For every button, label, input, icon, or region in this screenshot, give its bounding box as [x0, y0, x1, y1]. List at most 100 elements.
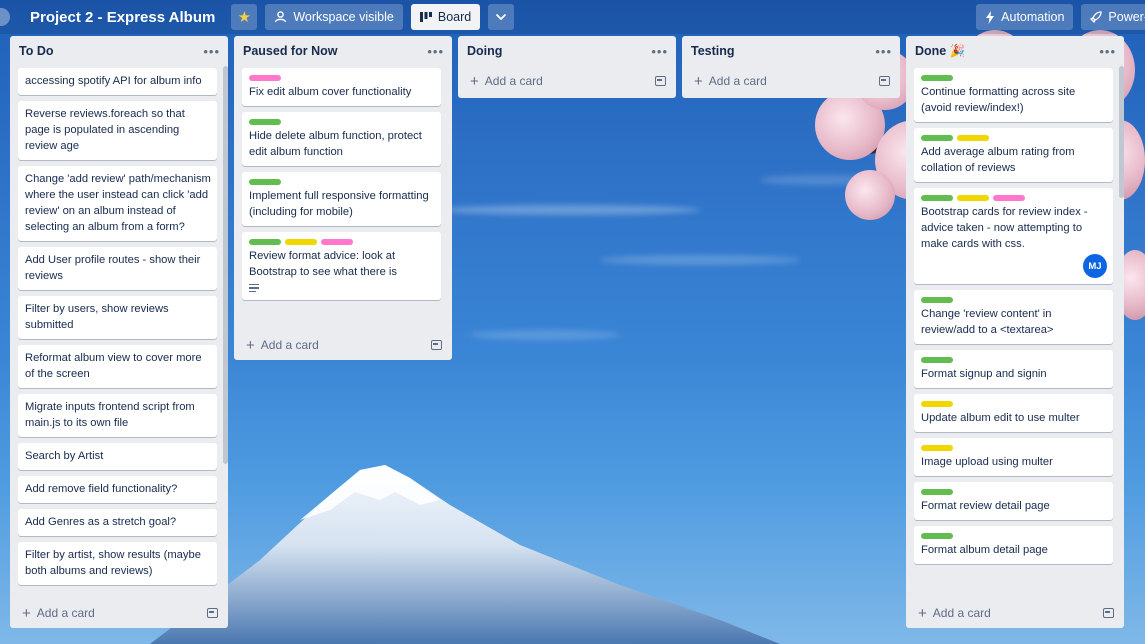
more-options-icon[interactable]: •••: [427, 45, 444, 58]
plus-icon: +: [470, 72, 479, 90]
card-container: Continue formatting across site (avoid r…: [906, 66, 1124, 598]
sidebar-toggle[interactable]: [0, 8, 10, 26]
list-doing: Doing ••• + Add a card: [458, 36, 676, 98]
card-template-icon[interactable]: [431, 340, 442, 350]
more-options-icon[interactable]: •••: [1099, 45, 1116, 58]
label-green[interactable]: [921, 195, 953, 201]
card[interactable]: Image upload using multer: [914, 438, 1113, 476]
member-avatar[interactable]: MJ: [1083, 254, 1107, 278]
list-header[interactable]: Done 🎉 •••: [906, 36, 1124, 66]
label-yellow[interactable]: [285, 239, 317, 245]
label-green[interactable]: [921, 357, 953, 363]
card-template-icon[interactable]: [1103, 608, 1114, 618]
label-green[interactable]: [249, 179, 281, 185]
list-to-do: To Do ••• accessing spotify API for albu…: [10, 36, 228, 628]
add-card-button[interactable]: + Add a card: [694, 74, 767, 89]
add-card-label: Add a card: [260, 338, 319, 352]
list-scrollbar[interactable]: [223, 66, 228, 464]
list-title[interactable]: Paused for Now: [243, 44, 337, 58]
label-green[interactable]: [921, 533, 953, 539]
card-labels: [921, 357, 1107, 363]
card[interactable]: Search by Artist: [18, 443, 217, 470]
card-title: Filter by users, show reviews submitted: [25, 303, 169, 331]
card[interactable]: Add average album rating from collation …: [914, 128, 1113, 182]
card[interactable]: Change 'add review' path/mechanism where…: [18, 166, 217, 241]
card[interactable]: Fix edit album cover functionality: [242, 68, 441, 106]
card[interactable]: Review format advice: look at Bootstrap …: [242, 232, 441, 301]
label-green[interactable]: [921, 297, 953, 303]
visibility-button[interactable]: Workspace visible: [265, 4, 403, 30]
card[interactable]: Implement full responsive formatting (in…: [242, 172, 441, 226]
card-labels: [249, 75, 435, 81]
label-green[interactable]: [249, 119, 281, 125]
card[interactable]: Update album edit to use multer: [914, 394, 1113, 432]
list-title[interactable]: Testing: [691, 44, 735, 58]
list-header[interactable]: To Do •••: [10, 36, 228, 66]
card[interactable]: Add remove field functionality?: [18, 476, 217, 503]
list-header[interactable]: Paused for Now •••: [234, 36, 452, 66]
card-template-icon[interactable]: [879, 76, 890, 86]
card[interactable]: Format signup and signin: [914, 350, 1113, 388]
add-card-button[interactable]: + Add a card: [470, 74, 543, 89]
label-yellow[interactable]: [957, 195, 989, 201]
card-title: Reverse reviews.foreach so that page is …: [25, 108, 185, 152]
add-card-row: + Add a card: [682, 66, 900, 96]
label-pink[interactable]: [993, 195, 1025, 201]
card-title: Add Genres as a stretch goal?: [25, 516, 177, 528]
card[interactable]: Filter by users, show reviews submitted: [18, 296, 217, 339]
card-title: Bootstrap cards for review index - advic…: [921, 206, 1088, 250]
plus-icon: +: [694, 72, 703, 90]
label-green[interactable]: [921, 489, 953, 495]
more-options-icon[interactable]: •••: [875, 45, 892, 58]
card-members: MJ: [921, 254, 1107, 278]
more-options-icon[interactable]: •••: [651, 45, 668, 58]
card-template-icon[interactable]: [207, 608, 218, 618]
card[interactable]: Format album detail page: [914, 526, 1113, 564]
view-switcher-button[interactable]: [488, 4, 515, 30]
label-green[interactable]: [249, 239, 281, 245]
add-card-label: Add a card: [36, 606, 95, 620]
rocket-icon: [1090, 11, 1103, 23]
more-options-icon[interactable]: •••: [203, 45, 220, 58]
card[interactable]: Continue formatting across site (avoid r…: [914, 68, 1113, 122]
card[interactable]: Reformat album view to cover more of the…: [18, 345, 217, 388]
card-title: Update album edit to use multer: [921, 412, 1080, 424]
card[interactable]: Add User profile routes - show their rev…: [18, 247, 217, 290]
add-card-button[interactable]: + Add a card: [918, 606, 991, 621]
card[interactable]: accessing spotify API for album info: [18, 68, 217, 95]
list-header[interactable]: Doing •••: [458, 36, 676, 66]
add-card-button[interactable]: + Add a card: [22, 606, 95, 621]
card[interactable]: Add Genres as a stretch goal?: [18, 509, 217, 536]
board-view-button[interactable]: Board: [410, 4, 481, 30]
list-title[interactable]: Doing: [467, 44, 502, 58]
powerups-button[interactable]: Power-: [1081, 4, 1145, 30]
label-pink[interactable]: [249, 75, 281, 81]
card[interactable]: Change 'review content' in review/add to…: [914, 290, 1113, 344]
plus-icon: +: [918, 604, 927, 622]
board-lists: To Do ••• accessing spotify API for albu…: [8, 36, 1145, 644]
card-template-icon[interactable]: [655, 76, 666, 86]
label-green[interactable]: [921, 75, 953, 81]
card[interactable]: Filter by artist, show results (maybe bo…: [18, 542, 217, 585]
list-header[interactable]: Testing •••: [682, 36, 900, 66]
card[interactable]: Reverse reviews.foreach so that page is …: [18, 101, 217, 160]
label-pink[interactable]: [321, 239, 353, 245]
add-card-button[interactable]: + Add a card: [246, 338, 319, 353]
list-title[interactable]: Done 🎉: [915, 44, 965, 59]
list-scrollbar[interactable]: [1119, 66, 1124, 198]
card-labels: [921, 75, 1107, 81]
card[interactable]: Format review detail page: [914, 482, 1113, 520]
label-green[interactable]: [921, 135, 953, 141]
label-yellow[interactable]: [921, 401, 953, 407]
star-board-button[interactable]: ★: [231, 4, 258, 30]
card-labels: [921, 445, 1107, 451]
label-yellow[interactable]: [957, 135, 989, 141]
list-title[interactable]: To Do: [19, 44, 53, 58]
card[interactable]: Hide delete album function, protect edit…: [242, 112, 441, 166]
label-yellow[interactable]: [921, 445, 953, 451]
board-title[interactable]: Project 2 - Express Album: [30, 9, 215, 26]
card[interactable]: Bootstrap cards for review index - advic…: [914, 188, 1113, 284]
automation-button[interactable]: Automation: [976, 4, 1074, 30]
card[interactable]: Migrate inputs frontend script from main…: [18, 394, 217, 437]
card-title: Hide delete album function, protect edit…: [249, 130, 422, 158]
